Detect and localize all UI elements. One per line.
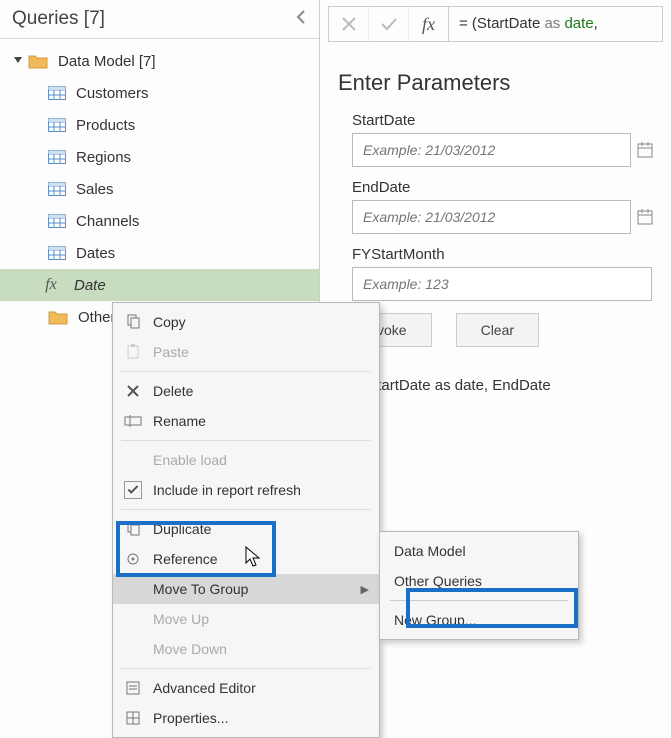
table-icon	[48, 86, 66, 100]
menu-separator	[121, 509, 371, 510]
query-label: Sales	[76, 181, 114, 198]
menu-rename[interactable]: Rename	[113, 406, 379, 436]
query-label: Customers	[76, 85, 149, 102]
query-dates[interactable]: Dates	[0, 237, 319, 269]
cancel-icon[interactable]	[329, 7, 369, 41]
parameters-heading: Enter Parameters	[338, 70, 653, 96]
paste-icon	[119, 344, 147, 360]
submenu-separator	[390, 600, 568, 601]
menu-separator	[121, 440, 371, 441]
param-fystartmonth: FYStartMonth	[338, 246, 653, 301]
formula-as: as	[544, 15, 560, 32]
query-label: Regions	[76, 149, 131, 166]
calendar-icon[interactable]	[637, 142, 653, 158]
collapse-icon[interactable]	[295, 10, 307, 29]
fx-icon[interactable]: fx	[409, 7, 449, 41]
query-customers[interactable]: Customers	[0, 77, 319, 109]
menu-include-refresh[interactable]: Include in report refresh	[113, 475, 379, 505]
menu-delete[interactable]: Delete	[113, 376, 379, 406]
group-label: Other	[78, 309, 116, 326]
fystartmonth-input[interactable]	[352, 267, 652, 301]
formula-bar[interactable]: fx = (StartDate as date,	[328, 6, 663, 42]
formula-tail: ,	[594, 15, 598, 32]
menu-properties[interactable]: Properties...	[113, 703, 379, 733]
menu-enable-load: Enable load	[113, 445, 379, 475]
query-label: Dates	[76, 245, 115, 262]
menu-separator	[121, 668, 371, 669]
queries-title: Queries [7]	[12, 8, 295, 30]
query-regions[interactable]: Regions	[0, 141, 319, 173]
formula-prefix: = (StartDate	[459, 15, 544, 32]
query-label: Products	[76, 117, 135, 134]
copy-icon	[119, 314, 147, 330]
menu-copy[interactable]: Copy	[113, 307, 379, 337]
folder-icon	[28, 53, 48, 69]
context-menu: Copy Paste Delete Rename Enable load Inc…	[112, 302, 380, 738]
table-icon	[48, 246, 66, 260]
query-tree: Data Model [7] Customers Products Region…	[0, 39, 319, 339]
menu-duplicate[interactable]: Duplicate	[113, 514, 379, 544]
clear-button[interactable]: Clear	[456, 313, 539, 347]
query-date-fn[interactable]: fx Date	[0, 269, 319, 301]
submenu-other-queries[interactable]: Other Queries	[380, 566, 578, 596]
reference-icon	[119, 551, 147, 567]
properties-icon	[119, 710, 147, 726]
table-icon	[48, 150, 66, 164]
table-icon	[48, 182, 66, 196]
query-sales[interactable]: Sales	[0, 173, 319, 205]
move-to-group-submenu: Data Model Other Queries New Group...	[379, 531, 579, 640]
fx-icon: fx	[38, 276, 64, 294]
group-label: Data Model [7]	[58, 53, 156, 70]
param-label: StartDate	[352, 112, 653, 129]
startdate-input[interactable]	[352, 133, 631, 167]
group-data-model[interactable]: Data Model [7]	[0, 45, 319, 77]
folder-icon	[48, 309, 68, 325]
param-label: EndDate	[352, 179, 653, 196]
param-label: FYStartMonth	[352, 246, 653, 263]
query-channels[interactable]: Channels	[0, 205, 319, 237]
menu-advanced-editor[interactable]: Advanced Editor	[113, 673, 379, 703]
menu-reference[interactable]: Reference	[113, 544, 379, 574]
query-products[interactable]: Products	[0, 109, 319, 141]
param-startdate: StartDate	[338, 112, 653, 167]
calendar-icon[interactable]	[637, 209, 653, 225]
menu-separator	[121, 371, 371, 372]
enddate-input[interactable]	[352, 200, 631, 234]
caret-icon	[14, 57, 22, 65]
delete-icon	[119, 384, 147, 398]
menu-paste: Paste	[113, 337, 379, 367]
submenu-new-group[interactable]: New Group...	[380, 605, 578, 635]
query-label: Channels	[76, 213, 139, 230]
table-icon	[48, 214, 66, 228]
menu-move-up: Move Up	[113, 604, 379, 634]
submenu-arrow-icon: ▶	[361, 583, 369, 596]
menu-move-down: Move Down	[113, 634, 379, 664]
formula-type: date	[560, 15, 593, 32]
formula-text[interactable]: = (StartDate as date,	[449, 15, 608, 33]
submenu-data-model[interactable]: Data Model	[380, 536, 578, 566]
query-label: Date	[74, 277, 106, 294]
checkbox-icon	[119, 481, 147, 499]
advanced-editor-icon	[119, 680, 147, 696]
queries-header: Queries [7]	[0, 0, 319, 39]
table-icon	[48, 118, 66, 132]
param-enddate: EndDate	[338, 179, 653, 234]
duplicate-icon	[119, 521, 147, 537]
menu-move-to-group[interactable]: Move To Group ▶	[113, 574, 379, 604]
commit-icon[interactable]	[369, 7, 409, 41]
rename-icon	[119, 415, 147, 427]
